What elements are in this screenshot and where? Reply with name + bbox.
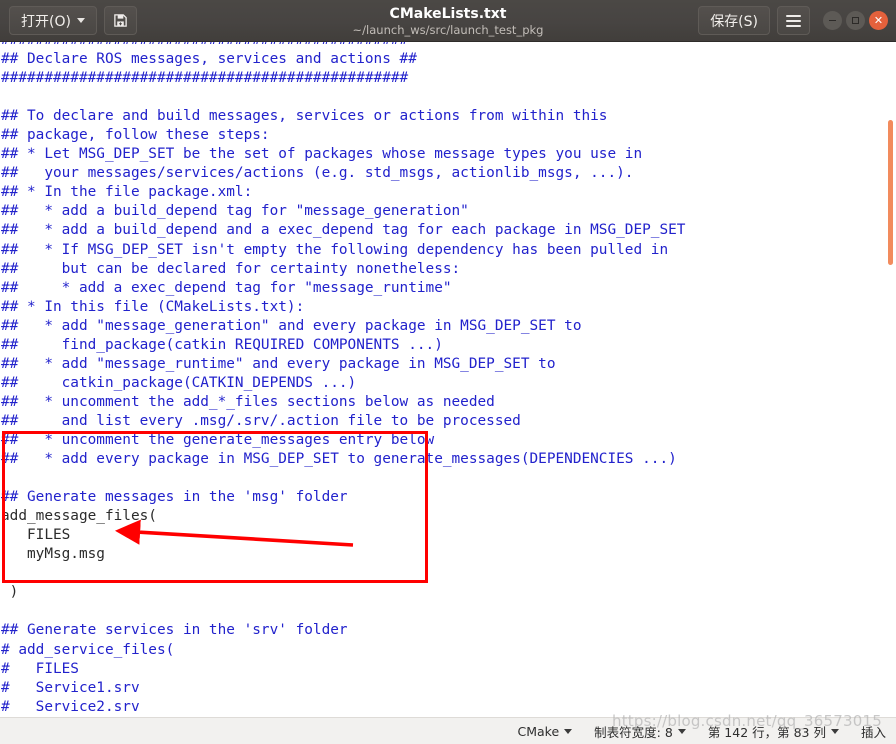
titlebar-left-group: 打开(O) <box>0 6 137 35</box>
save-as-icon <box>113 13 128 28</box>
code-line: ## * uncomment the generate_messages ent… <box>1 431 435 448</box>
chevron-down-icon <box>830 728 839 734</box>
gedit-window: 打开(O) CMakeLists.txt ~/launch_ws/src/lau… <box>0 0 896 744</box>
hamburger-menu-icon <box>786 14 801 27</box>
statusbar-cursor-position-label: 第 142 行，第 83 列 <box>707 724 826 740</box>
statusbar-language-label: CMake <box>517 723 560 739</box>
code-line: # Service1.srv <box>1 679 140 696</box>
code-line: ## and list every .msg/.srv/.action file… <box>1 412 521 429</box>
minimize-button[interactable] <box>823 11 842 30</box>
code-line: ## package, follow these steps: <box>1 127 270 144</box>
statusbar-language-selector[interactable]: CMake <box>518 724 573 739</box>
code-line: ## * In the file package.xml: <box>1 184 253 201</box>
menu-button[interactable] <box>777 6 810 35</box>
titlebar: 打开(O) CMakeLists.txt ~/launch_ws/src/lau… <box>0 0 896 42</box>
open-button[interactable]: 打开(O) <box>9 6 97 35</box>
code-line: ## find_package(catkin REQUIRED COMPONEN… <box>1 336 443 353</box>
chevron-down-icon <box>76 18 85 23</box>
code-line: ## catkin_package(CATKIN_DEPENDS ...) <box>1 374 357 391</box>
chevron-down-icon <box>677 728 686 734</box>
window-controls: ✕ <box>823 11 888 30</box>
minimize-icon <box>829 19 836 22</box>
close-icon: ✕ <box>873 14 884 27</box>
close-button[interactable]: ✕ <box>869 11 888 30</box>
vertical-scrollbar-track[interactable] <box>882 42 896 717</box>
statusbar: CMake 制表符宽度: 8 第 142 行，第 83 列 插入 <box>0 717 896 744</box>
code-line: ## * add a exec_depend tag for "message_… <box>1 279 452 296</box>
code-line: FILES <box>1 527 71 544</box>
code-line: ## * Let MSG_DEP_SET be the set of packa… <box>1 146 643 163</box>
code-line: ########################################… <box>1 70 409 87</box>
code-line: ) <box>1 584 19 601</box>
code-line: add_message_files( <box>1 508 157 525</box>
code-line: ## your messages/services/actions (e.g. … <box>1 165 634 182</box>
code-line: ## To declare and build messages, servic… <box>1 108 608 125</box>
maximize-icon <box>852 17 859 24</box>
window-subtitle-path: ~/launch_ws/src/launch_test_pkg <box>352 22 544 37</box>
code-line: ## * add "message_runtime" and every pac… <box>1 355 556 372</box>
code-line: ## * add a build_depend and a exec_depen… <box>1 222 686 239</box>
save-button[interactable]: 保存(S) <box>698 6 770 35</box>
code-line: ## but can be declared for certainty non… <box>1 260 461 277</box>
code-line: ## * add "message_generation" and every … <box>1 317 582 334</box>
code-text[interactable]: ########################################… <box>0 42 685 717</box>
save-button-label: 保存(S) <box>710 13 758 30</box>
code-line: # Service2.srv <box>1 698 140 715</box>
chevron-down-icon <box>564 728 573 734</box>
code-line: ## * uncomment the add_*_files sections … <box>1 393 495 410</box>
statusbar-insert-mode: 插入 <box>861 722 886 741</box>
statusbar-insert-mode-label: 插入 <box>860 724 886 740</box>
code-line: ## Generate messages in the 'msg' folder <box>1 489 348 506</box>
titlebar-right-group: 保存(S) ✕ <box>698 6 896 35</box>
statusbar-tab-width-selector[interactable]: 制表符宽度: 8 <box>594 722 686 741</box>
maximize-button[interactable] <box>846 11 865 30</box>
open-button-label: 打开(O) <box>21 13 71 30</box>
code-line: ## * add every package in MSG_DEP_SET to… <box>1 451 677 468</box>
code-line: myMsg.msg <box>1 546 105 563</box>
code-line: # add_service_files( <box>1 641 175 658</box>
text-editor-view[interactable]: ########################################… <box>0 42 896 717</box>
code-line: ## * In this file (CMakeLists.txt): <box>1 298 305 315</box>
code-line: # FILES <box>1 660 79 677</box>
vertical-scrollbar-thumb[interactable] <box>888 120 893 265</box>
save-as-button[interactable] <box>103 6 137 35</box>
statusbar-cursor-position[interactable]: 第 142 行，第 83 列 <box>708 722 839 741</box>
code-line: ########################################… <box>0 42 685 50</box>
code-line: ## * If MSG_DEP_SET isn't empty the foll… <box>1 241 669 258</box>
code-line: ## * add a build_depend tag for "message… <box>1 203 469 220</box>
window-title: CMakeLists.txt <box>389 5 507 22</box>
code-line: ## Generate services in the 'srv' folder <box>1 622 348 639</box>
code-line: ## Declare ROS messages, services and ac… <box>1 51 417 68</box>
statusbar-tab-width-label: 制表符宽度: 8 <box>594 724 673 740</box>
